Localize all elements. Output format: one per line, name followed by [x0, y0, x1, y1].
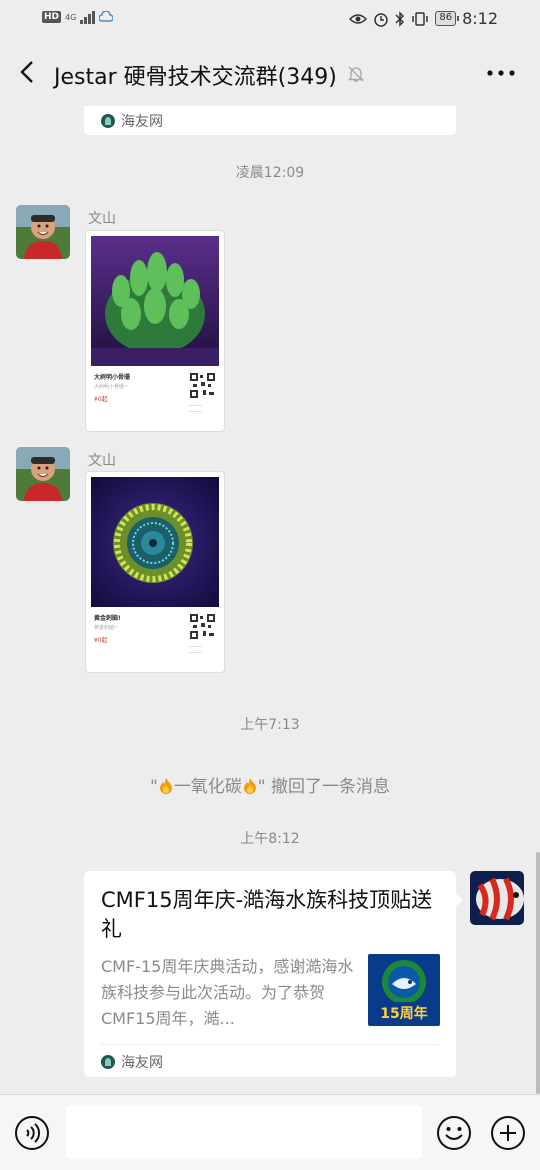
bluetooth-icon [395, 10, 405, 27]
link-card-description: CMF-15周年庆典活动，感谢澔海水族科技参与此次活动。为了恭贺CMF15周年，… [101, 957, 354, 1028]
avatar-image [16, 447, 70, 501]
clock: 8:12 [462, 9, 498, 28]
recall-text: " 撤回了一条消息 [257, 777, 391, 797]
product-title: 黄金刺脑! [94, 615, 121, 622]
battery-indicator: 86 [435, 11, 459, 26]
sender-name: 文山 [88, 211, 116, 227]
qr-caption: ────── ────── [188, 403, 203, 414]
coral-photo [91, 236, 219, 366]
recall-open-quote: " [149, 777, 158, 797]
scrollbar[interactable] [536, 852, 540, 1094]
avatar-image [470, 871, 524, 925]
eye-icon [349, 13, 368, 24]
fire-icon [159, 778, 172, 794]
recall-user-name[interactable]: 一氧化碳 [174, 777, 242, 797]
qr-code-icon [189, 372, 216, 399]
input-bar [0, 1094, 540, 1170]
divider [101, 1044, 439, 1045]
chat-title: Jestar 硬骨技术交流群(349) [54, 65, 337, 90]
status-right: 86 8:12 [349, 9, 498, 28]
mute-bell-icon [347, 66, 365, 82]
emoji-icon[interactable] [436, 1115, 472, 1151]
image-message[interactable]: 大树明小骨珊 大树明小骨珊~ ¥0起 ────── ────── [85, 230, 225, 432]
status-left: HD 4G [42, 10, 114, 24]
product-subtitle: 黄金刺脑~ [94, 625, 119, 631]
link-card-thumbnail: 15周年 [368, 954, 440, 1026]
signal-icon [80, 10, 96, 24]
product-price: ¥0起 [94, 396, 108, 403]
qr-caption: ────── ────── [188, 644, 203, 655]
timestamp: 凌晨12:09 [235, 165, 305, 181]
more-dots-icon[interactable] [486, 65, 516, 81]
thumb-text: 15周年 [380, 1005, 427, 1022]
plus-icon[interactable] [490, 1115, 526, 1151]
cloud-icon [99, 11, 114, 22]
my-avatar[interactable] [470, 871, 524, 925]
fire-icon [243, 778, 256, 794]
chat-header: Jestar 硬骨技术交流群(349) [0, 40, 540, 106]
timestamp: 上午8:12 [240, 831, 300, 847]
product-price: ¥0起 [94, 637, 108, 644]
vibrate-icon [412, 11, 429, 26]
sender-name: 文山 [88, 453, 116, 469]
avatar[interactable] [16, 447, 70, 501]
product-subtitle: 大树明小骨珊~ [94, 384, 129, 390]
link-card-title: CMF15周年庆-澔海水族科技顶贴送礼 [101, 888, 433, 941]
product-title: 大树明小骨珊 [94, 374, 131, 381]
coral-photo [91, 477, 219, 607]
link-card-message[interactable]: CMF15周年庆-澔海水族科技顶贴送礼 CMF-15周年庆典活动，感谢澔海水族科… [84, 871, 463, 1077]
qr-code-icon [189, 613, 216, 640]
chat-list[interactable]: 海友网 凌晨12:09 文山 大树明小骨珊 大树明小骨珊~ ¥0起 ──────… [0, 106, 540, 1092]
prev-link-card[interactable]: 海友网 [84, 106, 456, 135]
hd-badge: HD [42, 11, 62, 23]
card-source-label: 海友网 [121, 114, 163, 130]
status-bar: HD 4G 86 8:12 [0, 0, 540, 40]
source-logo-icon [101, 114, 115, 128]
timestamp: 上午7:13 [240, 717, 300, 733]
recall-notice: " 一氧化碳 " 撤回了一条消息 [0, 772, 540, 797]
back-arrow-icon[interactable] [12, 56, 44, 88]
voice-icon[interactable] [14, 1115, 50, 1151]
avatar-image [16, 205, 70, 259]
message-input[interactable] [66, 1105, 422, 1159]
source-logo-icon [101, 1055, 115, 1069]
card-source-label: 海友网 [121, 1055, 163, 1071]
image-message[interactable]: 黄金刺脑! 黄金刺脑~ ¥0起 ────── ────── [85, 471, 225, 673]
anniversary-logo-icon: 15周年 [368, 954, 440, 1026]
network-label: 4G [65, 12, 77, 22]
card-source: 海友网 [101, 1052, 163, 1072]
card-source: 海友网 [101, 111, 163, 131]
avatar[interactable] [16, 205, 70, 259]
alarm-icon [374, 12, 389, 27]
